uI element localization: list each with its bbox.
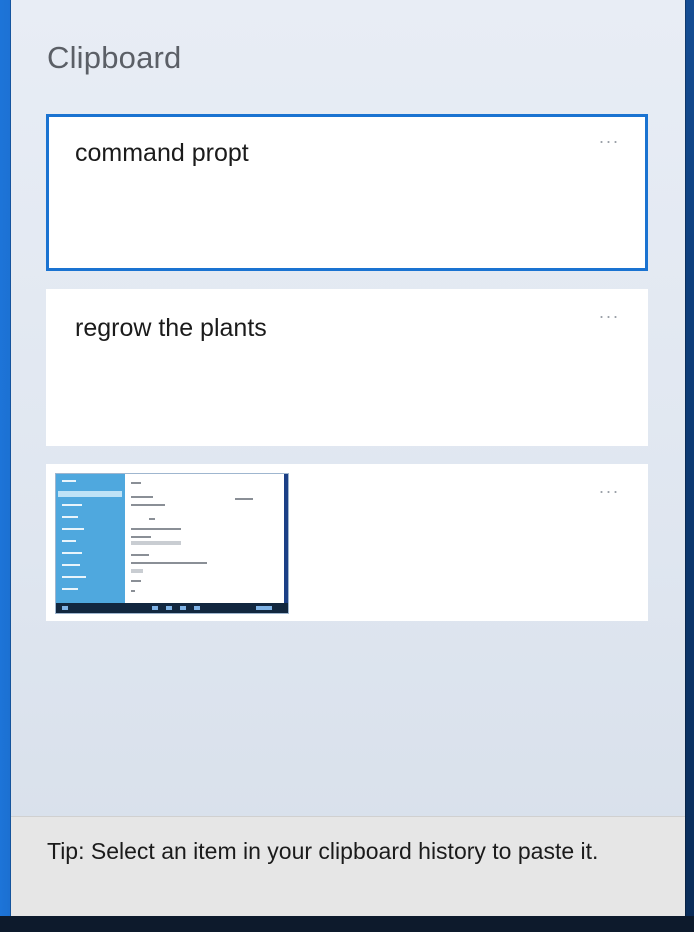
thumbnail-line <box>62 528 84 530</box>
thumbnail-line <box>131 580 141 582</box>
thumbnail-line <box>62 504 82 506</box>
more-options-icon[interactable]: ... <box>599 303 620 321</box>
clipboard-item-3[interactable]: ... <box>46 464 648 621</box>
thumbnail-line <box>149 518 155 520</box>
tip-bar: Tip: Select an item in your clipboard hi… <box>11 816 685 917</box>
clipboard-item-text: regrow the plants <box>75 314 267 342</box>
thumbnail-line <box>62 552 82 554</box>
screenshot-thumbnail <box>55 473 289 614</box>
thumbnail-taskbar-icon <box>180 606 186 610</box>
tip-text: Tip: Select an item in your clipboard hi… <box>47 838 599 864</box>
thumbnail-taskbar-icon <box>194 606 200 610</box>
thumbnail-line <box>131 590 135 592</box>
thumbnail-content <box>125 474 284 603</box>
more-options-icon[interactable]: ... <box>599 128 620 146</box>
thumbnail-line <box>235 498 253 500</box>
thumbnail-taskbar-icon <box>256 606 272 610</box>
clipboard-item-2[interactable]: regrow the plants ... <box>46 289 648 446</box>
thumbnail-taskbar-icon <box>166 606 172 610</box>
thumbnail-edge <box>284 474 288 613</box>
thumbnail-line <box>131 496 153 498</box>
more-options-icon[interactable]: ... <box>599 478 620 496</box>
thumbnail-line <box>131 504 165 506</box>
thumbnail-line <box>131 562 207 564</box>
thumbnail-line <box>131 536 151 538</box>
thumbnail-line <box>62 480 76 482</box>
thumbnail-bar <box>131 541 181 545</box>
thumbnail-taskbar <box>56 603 288 613</box>
thumbnail-line <box>62 588 78 590</box>
taskbar <box>0 916 694 932</box>
clipboard-panel: Clipboard command propt ... regrow the p… <box>11 0 685 917</box>
thumbnail-line <box>131 554 149 556</box>
thumbnail-bar <box>131 569 143 573</box>
thumbnail-line <box>131 482 141 484</box>
clipboard-item-1[interactable]: command propt ... <box>46 114 648 271</box>
thumbnail-taskbar-icon <box>152 606 158 610</box>
thumbnail-sidebar <box>56 474 125 603</box>
panel-title: Clipboard <box>47 40 182 75</box>
thumbnail-line <box>62 564 80 566</box>
thumbnail-line <box>62 516 78 518</box>
thumbnail-line <box>62 576 86 578</box>
thumbnail-sidebar-selection <box>58 491 122 497</box>
thumbnail-line <box>62 540 76 542</box>
thumbnail-taskbar-icon <box>62 606 68 610</box>
thumbnail-line <box>131 528 181 530</box>
clipboard-item-text: command propt <box>75 139 249 167</box>
